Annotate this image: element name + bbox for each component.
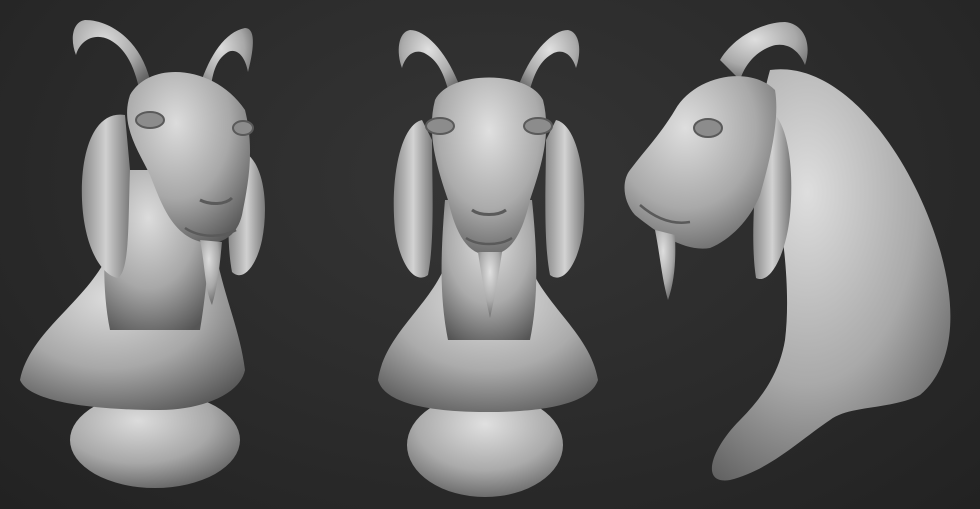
goatee — [655, 230, 676, 300]
right-eye — [523, 117, 553, 135]
goat-bust-three-quarter-view — [20, 20, 265, 488]
sculpt-render-canvas — [0, 0, 980, 509]
goat-bust-side-view — [624, 22, 951, 481]
right-horn — [520, 30, 580, 96]
left-horn — [398, 30, 458, 96]
left-ear — [81, 114, 130, 279]
eye — [693, 118, 723, 138]
left-eye — [135, 111, 165, 129]
right-ear — [545, 120, 585, 278]
left-horn — [72, 20, 150, 92]
left-eye — [425, 117, 455, 135]
left-ear — [393, 120, 433, 278]
goat-bust-front-view — [378, 30, 598, 497]
right-eye — [232, 120, 254, 136]
